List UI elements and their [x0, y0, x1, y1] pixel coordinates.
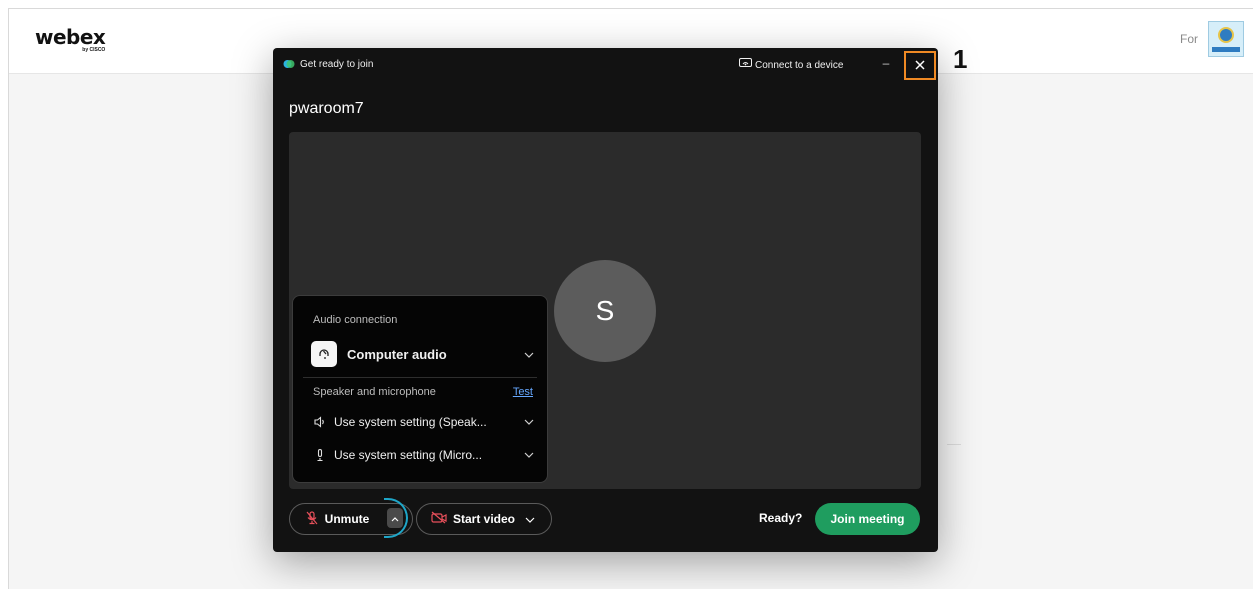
- start-video-button[interactable]: Start video: [417, 504, 515, 534]
- webex-logo: webex by CISCO: [35, 25, 106, 53]
- video-control-group: Start video: [416, 503, 552, 535]
- audio-options-toggle[interactable]: [384, 498, 408, 538]
- connect-device-button[interactable]: Connect to a device: [739, 58, 843, 72]
- join-meeting-button[interactable]: Join meeting: [815, 503, 920, 535]
- audio-type-select[interactable]: Computer audio: [311, 340, 535, 368]
- audio-connection-panel: Audio connection Computer audio Speaker …: [292, 295, 548, 483]
- meeting-name: pwaroom7: [289, 100, 364, 117]
- webex-icon: [283, 58, 295, 70]
- microphone-icon: [313, 448, 327, 462]
- audio-connection-heading: Audio connection: [313, 314, 398, 326]
- dialog-title-group: Get ready to join: [283, 58, 373, 70]
- annotation-marker: 1: [953, 44, 968, 74]
- unmute-label: Unmute: [324, 512, 370, 526]
- chevron-down-icon: [523, 348, 535, 360]
- microphone-setting-label: Use system setting (Micro...: [334, 448, 483, 462]
- connect-device-label: Connect to a device: [755, 59, 844, 71]
- header-right: For: [1180, 21, 1244, 57]
- video-options-toggle[interactable]: [525, 510, 535, 528]
- unmute-button[interactable]: Unmute: [290, 504, 384, 534]
- chevron-down-icon: [523, 449, 535, 461]
- start-video-label: Start video: [453, 512, 516, 526]
- speaker-mic-label: Speaker and microphone: [313, 386, 436, 398]
- audio-type-label: Computer audio: [347, 346, 447, 362]
- page-divider: [947, 444, 961, 445]
- camera-off-icon: [431, 511, 447, 527]
- ready-label: Ready?: [759, 511, 803, 525]
- test-audio-link[interactable]: Test: [513, 386, 533, 398]
- chevron-down-icon: [523, 416, 535, 428]
- speaker-select[interactable]: Use system setting (Speak...: [313, 411, 535, 433]
- header-for-text: For: [1180, 32, 1198, 46]
- logo-wordmark: webex: [35, 25, 106, 49]
- microphone-select[interactable]: Use system setting (Micro...: [313, 444, 535, 466]
- cast-icon: [739, 58, 752, 72]
- organization-logo[interactable]: [1208, 21, 1244, 57]
- divider: [303, 377, 537, 378]
- logo-band: [1212, 47, 1240, 52]
- speaker-mic-header: Speaker and microphone Test: [313, 386, 533, 398]
- chevron-up-icon: [391, 509, 399, 527]
- audio-control-group: Unmute: [289, 498, 413, 538]
- close-button[interactable]: [904, 51, 936, 80]
- audio-options-toggle-inner: [387, 508, 403, 528]
- microphone-muted-icon: [305, 510, 319, 528]
- avatar: S: [554, 260, 656, 362]
- minimize-button[interactable]: –: [879, 56, 893, 70]
- close-icon: [915, 57, 925, 75]
- speaker-icon: [313, 415, 327, 429]
- speaker-setting-label: Use system setting (Speak...: [334, 415, 487, 429]
- dialog-title: Get ready to join: [300, 58, 374, 70]
- chevron-down-icon: [525, 510, 535, 528]
- dialog-titlebar: Get ready to join Connect to a device –: [273, 48, 938, 82]
- headset-icon: [311, 341, 337, 367]
- seal-icon: [1218, 27, 1234, 43]
